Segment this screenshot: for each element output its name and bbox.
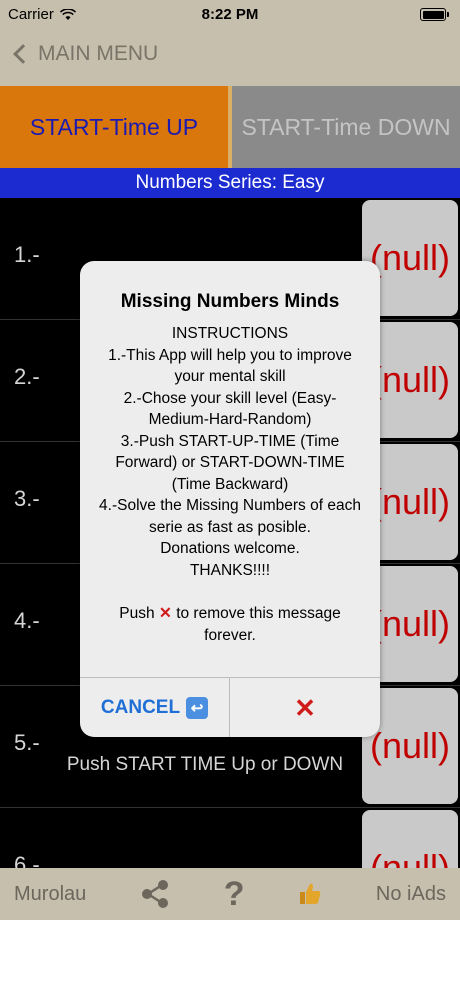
push-prefix: Push [119,605,155,622]
dialog-heading: INSTRUCTIONS [171,325,289,342]
return-arrow-icon: ↩ [186,697,209,719]
modal-overlay: Missing Numbers Minds INSTRUCTIONS 1.-Th… [0,0,460,920]
cancel-button[interactable]: CANCEL ↩ [80,678,230,737]
donations-line: Donations welcome. [160,540,300,557]
instruction-line-3: 3.-Push START-UP-TIME (Time Forward) or … [115,432,345,493]
instructions-dialog: Missing Numbers Minds INSTRUCTIONS 1.-Th… [80,261,380,737]
dialog-actions: CANCEL ↩ ✕ [80,677,380,737]
instruction-line-4: 4.-Solve the Missing Numbers of each ser… [99,497,361,536]
dialog-title: Missing Numbers Minds [120,291,340,312]
instruction-line-1: 1.-This App will help you to improve you… [108,346,352,386]
push-suffix: to remove this message forever. [176,605,341,644]
dialog-body: INSTRUCTIONS 1.-This App will help you t… [80,323,380,646]
thanks-line: THANKS!!!! [189,561,271,579]
close-x-icon: ✕ [158,605,172,622]
app-screen: Carrier 8:22 PM MAIN MENU START-Time UP … [0,0,460,920]
instruction-line-2: 2.-Chose your skill level (Easy-Medium-H… [123,389,337,429]
remove-message-line: Push ✕ to remove this message forever. [94,603,366,646]
cancel-label: CANCEL [100,697,181,718]
remove-forever-button[interactable]: ✕ [230,678,380,737]
